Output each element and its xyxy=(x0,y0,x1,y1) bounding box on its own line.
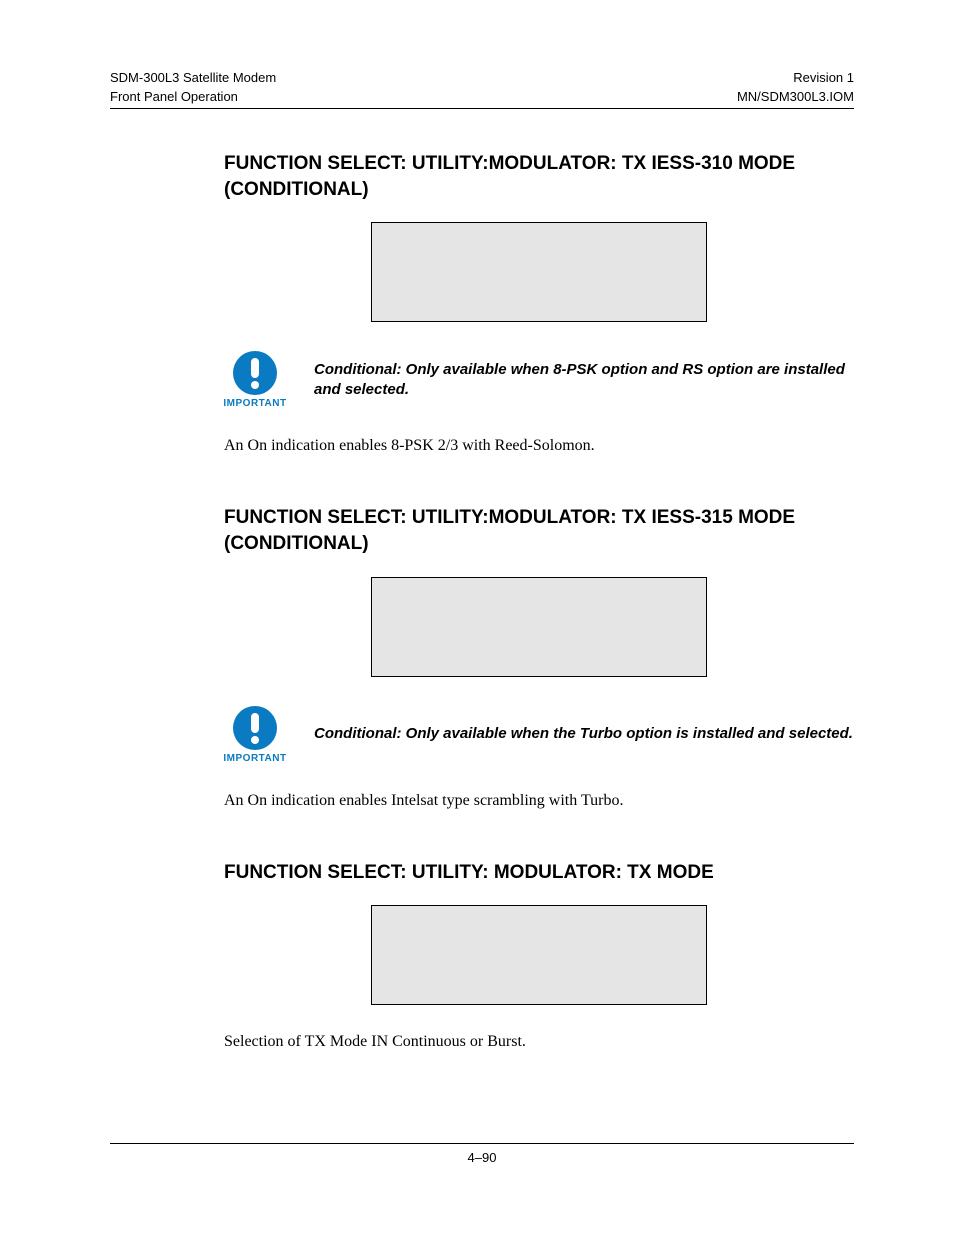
header-row-1: SDM-300L3 Satellite Modem Revision 1 xyxy=(110,70,854,85)
important-label-2: IMPORTANT xyxy=(223,753,286,764)
important-text-2: Conditional: Only available when the Tur… xyxy=(314,724,853,744)
footer-divider xyxy=(110,1143,854,1144)
header-right-2: MN/SDM300L3.IOM xyxy=(737,89,854,104)
header-right-1: Revision 1 xyxy=(793,70,854,85)
header-row-2: Front Panel Operation MN/SDM300L3.IOM xyxy=(110,89,854,104)
display-box-2 xyxy=(371,577,707,677)
section-heading-2: FUNCTION SELECT: UTILITY:MODULATOR: TX I… xyxy=(224,505,854,556)
important-label-1: IMPORTANT xyxy=(223,398,286,409)
important-icon: IMPORTANT xyxy=(224,705,286,764)
header-divider xyxy=(110,108,854,109)
header-left-2: Front Panel Operation xyxy=(110,89,238,104)
important-callout-1: IMPORTANT Conditional: Only available wh… xyxy=(224,350,854,409)
display-box-3 xyxy=(371,905,707,1005)
section-heading-3: FUNCTION SELECT: UTILITY: MODULATOR: TX … xyxy=(224,860,854,886)
important-icon: IMPORTANT xyxy=(224,350,286,409)
body-text-2: An On indication enables Intelsat type s… xyxy=(224,792,854,810)
header-left-1: SDM-300L3 Satellite Modem xyxy=(110,70,276,85)
important-callout-2: IMPORTANT Conditional: Only available wh… xyxy=(224,705,854,764)
display-box-1 xyxy=(371,222,707,322)
section-heading-1: FUNCTION SELECT: UTILITY:MODULATOR: TX I… xyxy=(224,151,854,202)
important-text-1: Conditional: Only available when 8-PSK o… xyxy=(314,360,854,401)
footer: 4–90 xyxy=(110,1143,854,1165)
body-text-3: Selection of TX Mode IN Continuous or Bu… xyxy=(224,1033,854,1051)
body-text-1: An On indication enables 8-PSK 2/3 with … xyxy=(224,437,854,455)
page-number: 4–90 xyxy=(110,1150,854,1165)
